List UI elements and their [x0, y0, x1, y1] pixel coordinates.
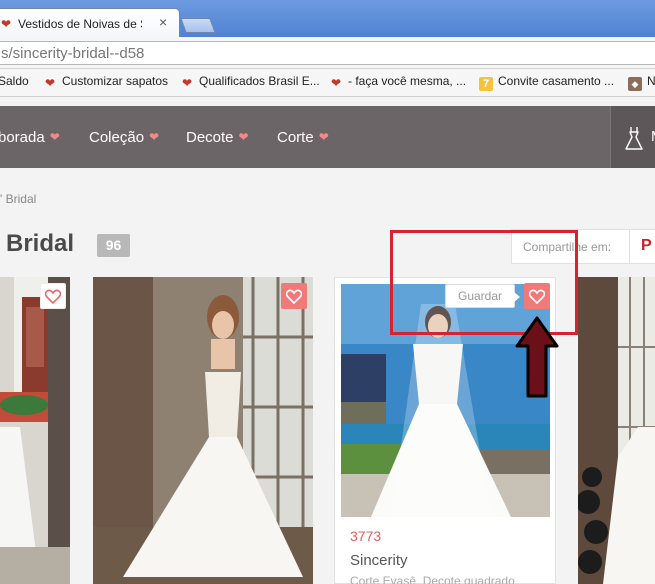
share-divider	[629, 230, 630, 263]
nav-label: Corte	[277, 129, 314, 146]
annotation-arrow-icon	[515, 316, 559, 398]
product-card[interactable]	[0, 277, 70, 584]
nav-label: borada	[0, 129, 45, 146]
product-brand[interactable]: Sincerity	[350, 552, 408, 569]
dress-icon	[625, 127, 643, 150]
dress-photo	[0, 277, 70, 584]
url-text[interactable]: s/sincerity-bridal--d58	[1, 45, 144, 62]
bookmark-qualificados[interactable]: ❤ Qualificados Brasil E...	[180, 74, 320, 90]
nav-item-corte[interactable]: Corte ❤	[277, 128, 329, 147]
dress-photo	[93, 277, 313, 584]
browser-tabstrip: ❤ Vestidos de Noivas de Sincerity ×	[0, 0, 655, 38]
seven-icon: 7	[479, 77, 493, 91]
site-navbar: borada ❤ Coleção ❤ Decote ❤ Corte ❤ M	[0, 106, 655, 168]
bookmark-label: Customizar sapatos	[62, 74, 169, 88]
page-title: Bridal	[6, 230, 75, 257]
address-bar-row: s/sincerity-bridal--d58	[0, 37, 655, 69]
browser-tab[interactable]: ❤ Vestidos de Noivas de Sincerity ×	[0, 8, 180, 38]
dress-photo	[578, 277, 655, 584]
bookmark-customizar-sapatos[interactable]: ❤ Customizar sapatos	[43, 74, 168, 90]
bookmark-label: Saldo	[0, 74, 29, 88]
bookmark-faca-voce-mesma[interactable]: ❤ - faça você mesma, ...	[329, 74, 466, 90]
pinterest-icon[interactable]: P	[641, 237, 652, 255]
tab-close-button[interactable]: ×	[159, 15, 167, 29]
nav-dress-menu[interactable]: M	[610, 106, 655, 168]
nav-item-decote[interactable]: Decote ❤	[186, 128, 249, 147]
page-gap	[0, 97, 655, 106]
favorite-button[interactable]	[40, 283, 66, 309]
bookmark-label: Convite casamento ...	[498, 74, 615, 88]
product-code[interactable]: 3773	[350, 528, 381, 544]
product-card[interactable]	[93, 277, 313, 584]
bookmarks-bar: Saldo ❤ Customizar sapatos ❤ Qualificados …	[0, 69, 655, 97]
nav-right-label: M	[651, 128, 655, 146]
heart-icon	[45, 289, 61, 304]
bookmark-label: N	[647, 74, 655, 88]
breadcrumb[interactable]: ' Bridal	[0, 192, 36, 206]
nav-label: Decote	[186, 129, 234, 146]
tab-title: Vestidos de Noivas de Sincerity	[18, 17, 142, 31]
bookmark-convite-casamento[interactable]: 7 Convite casamento ...	[479, 74, 614, 91]
heart-icon: ❤	[238, 130, 249, 144]
bookmark-label: Qualificados Brasil E...	[199, 74, 320, 88]
heart-icon: ❤	[318, 130, 329, 144]
nav-item-colecao[interactable]: Coleção ❤	[89, 128, 159, 147]
heart-icon: ❤	[330, 76, 342, 90]
new-tab-button[interactable]	[180, 18, 216, 33]
heart-favicon-icon: ❤	[1, 17, 12, 31]
heart-icon: ❤	[44, 76, 56, 90]
product-description: Corte Evasê, Decote quadrado	[350, 574, 515, 584]
heart-icon	[286, 289, 302, 304]
nav-label: Coleção	[89, 129, 145, 146]
count-badge: 96	[97, 234, 130, 257]
bookmark-photo[interactable]: ◆ N	[628, 74, 655, 91]
heart-icon: ❤	[149, 130, 160, 144]
bookmark-label: - faça você mesma, ...	[348, 74, 467, 88]
nav-item-elaborada[interactable]: borada ❤	[0, 128, 60, 147]
heart-icon: ❤	[49, 130, 60, 144]
photo-icon: ◆	[628, 77, 642, 91]
address-bar[interactable]: s/sincerity-bridal--d58	[0, 41, 655, 65]
favorite-button[interactable]	[281, 283, 307, 309]
product-card[interactable]	[578, 277, 655, 584]
bookmark-saldo[interactable]: Saldo	[0, 74, 29, 88]
heart-icon: ❤	[181, 76, 193, 90]
